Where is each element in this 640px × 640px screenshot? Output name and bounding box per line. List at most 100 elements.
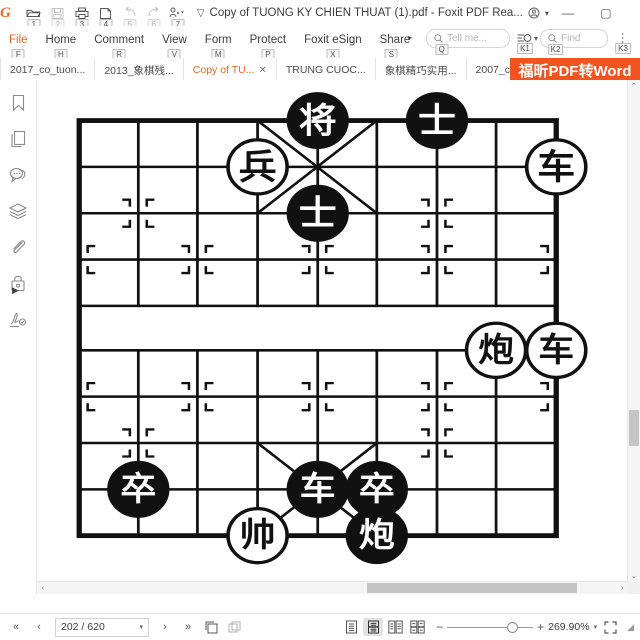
piece-label: 炮	[478, 331, 514, 369]
tab-label: 2013_象棋残...	[104, 64, 174, 77]
menu-label: File	[9, 34, 28, 46]
first-page-button[interactable]: «	[6, 617, 26, 637]
tab-trung-cuoc[interactable]: TRUNG CUOC...	[277, 58, 376, 82]
print-icon[interactable]: 3	[71, 2, 93, 30]
piece-shi-black-top[interactable]: 士	[405, 92, 469, 150]
zoom-level-value: 269.90%	[548, 621, 590, 633]
piece-label: 车	[538, 331, 574, 369]
piece-pao-black[interactable]: 炮	[345, 507, 408, 565]
find-placeholder: Find	[561, 32, 581, 44]
fullscreen-icon[interactable]	[600, 617, 620, 637]
previous-page-button[interactable]: ‹	[29, 617, 49, 637]
page-thumbnails-icon[interactable]	[7, 128, 29, 150]
vertical-scroll-thumb[interactable]	[629, 410, 639, 446]
tab-close-icon[interactable]: ✕	[258, 65, 266, 76]
zoom-level-box[interactable]: 269.90% ▾	[548, 621, 597, 633]
account-icon[interactable]	[528, 7, 540, 19]
comments-icon[interactable]	[7, 164, 29, 186]
fit-page-icon[interactable]	[201, 617, 221, 637]
piece-ju-black[interactable]: 车	[286, 460, 349, 518]
menu-file[interactable]: File F	[0, 28, 37, 60]
minimize-button[interactable]: —	[549, 0, 587, 26]
email-icon[interactable]: 4	[95, 2, 117, 30]
piece-ju-red-top[interactable]: 车	[524, 138, 588, 196]
continuous-scroll-view-button[interactable]	[363, 618, 384, 636]
search-icon	[434, 33, 443, 43]
tools-button[interactable]: K1	[512, 28, 538, 54]
menu-form[interactable]: Form M	[196, 28, 241, 60]
ad-banner[interactable]: 福昕PDF转Word	[510, 58, 640, 82]
quick-access-toolbar: 1 2 3 4 5 6 7	[19, 2, 189, 30]
menu-bar: File F Home H Comment R View V Form M Pr…	[0, 26, 640, 60]
save-icon[interactable]: 2	[47, 2, 69, 30]
scrollbar-corner	[628, 582, 640, 594]
snapshot-icon[interactable]	[224, 617, 244, 637]
piece-shuai-red[interactable]: 帅	[226, 506, 289, 565]
status-bar: « ‹ 202 / 620 ▾ › » − + 269.90% ▾ ◢	[0, 613, 640, 640]
tab-2013-xiangqi[interactable]: 2013_象棋残...	[95, 58, 184, 82]
piece-label: 炮	[359, 517, 395, 555]
tab-label: 2017_co_tuon...	[10, 64, 86, 76]
window-controls: — ▢ ✕	[549, 0, 640, 26]
maximize-button[interactable]: ▢	[587, 0, 625, 26]
vertical-scrollbar[interactable]: ⌃ ⌄	[627, 80, 640, 582]
menu-view[interactable]: View V	[153, 28, 196, 60]
piece-shi-black-mid[interactable]: 士	[286, 184, 349, 242]
tab-label: 象棋精巧实用...	[384, 64, 457, 77]
open-file-icon[interactable]: 1	[23, 2, 45, 30]
signatures-icon[interactable]	[7, 308, 29, 330]
menu-home[interactable]: Home H	[37, 28, 86, 60]
customize-toolbar-icon[interactable]: 7	[167, 2, 189, 30]
page-view-pane: 将 士 兵 车 士 炮 车 卒 车 卒 帅 炮 ⌃ ⌄ ‹ ›	[37, 80, 640, 594]
more-options-button[interactable]: ··· K3	[610, 28, 636, 54]
piece-label: 卒	[359, 470, 395, 508]
tools-icon	[517, 33, 532, 42]
title-dropdown-icon[interactable]: ▽	[197, 8, 205, 19]
close-button[interactable]: ✕	[625, 0, 640, 26]
tab-2017-co-tuong[interactable]: 2017_co_tuon...	[0, 58, 96, 82]
piece-bing-red[interactable]: 兵	[226, 138, 289, 196]
scroll-right-icon[interactable]: ›	[616, 582, 628, 594]
piece-zu-black-left[interactable]: 卒	[107, 460, 170, 518]
menu-foxit-esign[interactable]: Foxit eSign X	[295, 28, 371, 60]
menu-comment[interactable]: Comment R	[85, 28, 153, 60]
undo-icon[interactable]: 5	[119, 2, 141, 30]
piece-jiang-black[interactable]: 将	[286, 92, 349, 150]
zoom-in-button[interactable]: +	[537, 620, 544, 634]
last-page-button[interactable]: »	[178, 617, 198, 637]
chevron-down-icon[interactable]: ▾	[139, 623, 143, 631]
work-area: ▶ 将 士 兵 车 士 炮 车 卒 车 卒 帅 炮 ⌃ ⌄ ‹ ›	[0, 80, 640, 594]
next-page-button[interactable]: ›	[155, 617, 175, 637]
layers-icon[interactable]	[7, 200, 29, 222]
page-frame: 将 士 兵 车 士 炮 车 卒 车 卒 帅 炮	[37, 80, 628, 582]
tab-xiangqi-jingqiao[interactable]: 象棋精巧实用...	[376, 58, 467, 82]
piece-label: 士	[418, 100, 456, 141]
zoom-slider-handle[interactable]	[507, 621, 519, 633]
single-page-view-button[interactable]	[341, 618, 361, 636]
scroll-left-icon[interactable]: ‹	[37, 582, 49, 594]
redo-icon[interactable]: 6	[143, 2, 165, 30]
bookmarks-icon[interactable]	[7, 92, 29, 114]
zoom-slider[interactable]	[447, 621, 534, 633]
scroll-down-icon[interactable]: ⌄	[628, 570, 640, 582]
horizontal-scrollbar[interactable]: ‹ ›	[37, 581, 628, 594]
piece-label: 兵	[239, 146, 277, 187]
menu-protect[interactable]: Protect P	[241, 28, 295, 60]
menu-share[interactable]: Share S	[371, 28, 413, 60]
expand-panel-icon[interactable]: ▶	[12, 285, 19, 296]
find-input[interactable]: Find K2	[540, 28, 608, 55]
page-number-input[interactable]: 202 / 620 ▾	[55, 617, 149, 637]
resize-grip-icon[interactable]: ◢	[627, 622, 634, 633]
facing-view-button[interactable]	[385, 618, 405, 636]
piece-pao-red[interactable]: 炮	[464, 321, 528, 379]
facing-continuous-view-button[interactable]	[407, 618, 427, 636]
tab-label: TRUNG CUOC...	[285, 64, 366, 76]
horizontal-scroll-thumb[interactable]	[367, 583, 577, 593]
scroll-up-icon[interactable]: ⌃	[628, 80, 640, 92]
piece-ju-red-right[interactable]: 车	[524, 321, 588, 379]
attachments-icon[interactable]	[7, 236, 29, 258]
tell-me-input[interactable]: Tell me... Q	[425, 28, 510, 55]
zoom-out-button[interactable]: −	[436, 620, 443, 634]
tab-copy-of-tuong-ky[interactable]: Copy of TU... ✕	[184, 58, 277, 82]
chevron-down-icon[interactable]: ▾	[594, 623, 598, 631]
